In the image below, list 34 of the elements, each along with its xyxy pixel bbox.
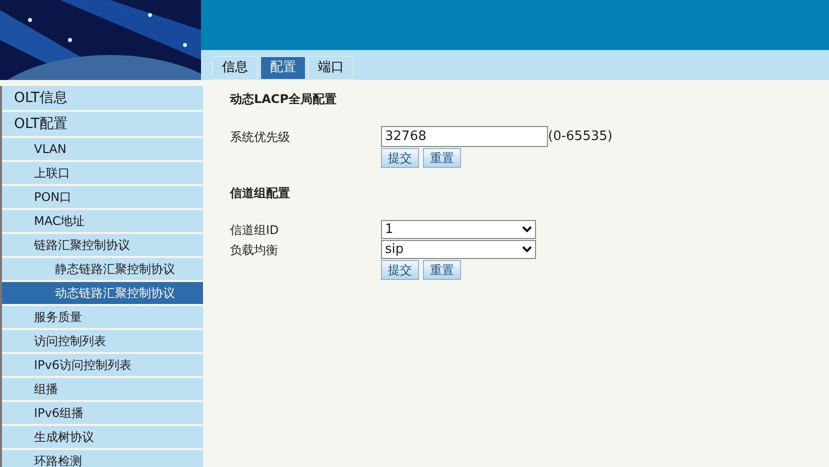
- select-field[interactable]: sip: [381, 240, 536, 259]
- sidebar-item[interactable]: 访问控制列表: [2, 330, 203, 352]
- range-hint: (0-65535): [548, 128, 612, 146]
- chevron-down-icon: [522, 226, 532, 233]
- sidebar-item[interactable]: OLT配置: [2, 112, 203, 136]
- select-field[interactable]: 1: [381, 220, 536, 239]
- field-label: 负载均衡: [230, 242, 279, 258]
- form-button[interactable]: 提交: [381, 148, 419, 168]
- form-button[interactable]: 重置: [423, 260, 461, 280]
- sidebar-item[interactable]: IPv6访问控制列表: [2, 354, 203, 376]
- sidebar-item[interactable]: 生成树协议: [2, 426, 203, 448]
- sidebar-item[interactable]: 动态链路汇聚控制协议: [2, 282, 203, 304]
- sidebar-item[interactable]: VLAN: [2, 138, 203, 160]
- sidebar-item[interactable]: PON口: [2, 186, 203, 208]
- field-label: 信道组ID: [230, 222, 280, 238]
- form-button[interactable]: 提交: [381, 260, 419, 280]
- section-title: 动态LACP全局配置: [230, 91, 338, 108]
- sidebar-item[interactable]: 链路汇聚控制协议: [2, 234, 203, 256]
- field-label: 系统优先级: [230, 128, 291, 146]
- sidebar-item[interactable]: OLT信息: [2, 86, 203, 110]
- tab[interactable]: 配置: [260, 56, 306, 80]
- tab[interactable]: 信息: [212, 56, 258, 80]
- section-title: 信道组配置: [230, 185, 291, 202]
- sidebar-item[interactable]: MAC地址: [2, 210, 203, 232]
- sidebar-item[interactable]: IPv6组播: [2, 402, 203, 424]
- chevron-down-icon: [522, 246, 532, 253]
- sidebar-item[interactable]: 静态链路汇聚控制协议: [2, 258, 203, 280]
- priority-input[interactable]: 32768: [381, 126, 548, 147]
- sidebar-item[interactable]: 上联口: [2, 162, 203, 184]
- sidebar-item[interactable]: 组播: [2, 378, 203, 400]
- sidebar-item[interactable]: 环路检测: [2, 450, 203, 467]
- form-button[interactable]: 重置: [423, 148, 461, 168]
- sidebar-item[interactable]: 服务质量: [2, 306, 203, 328]
- tab[interactable]: 端口: [308, 56, 354, 80]
